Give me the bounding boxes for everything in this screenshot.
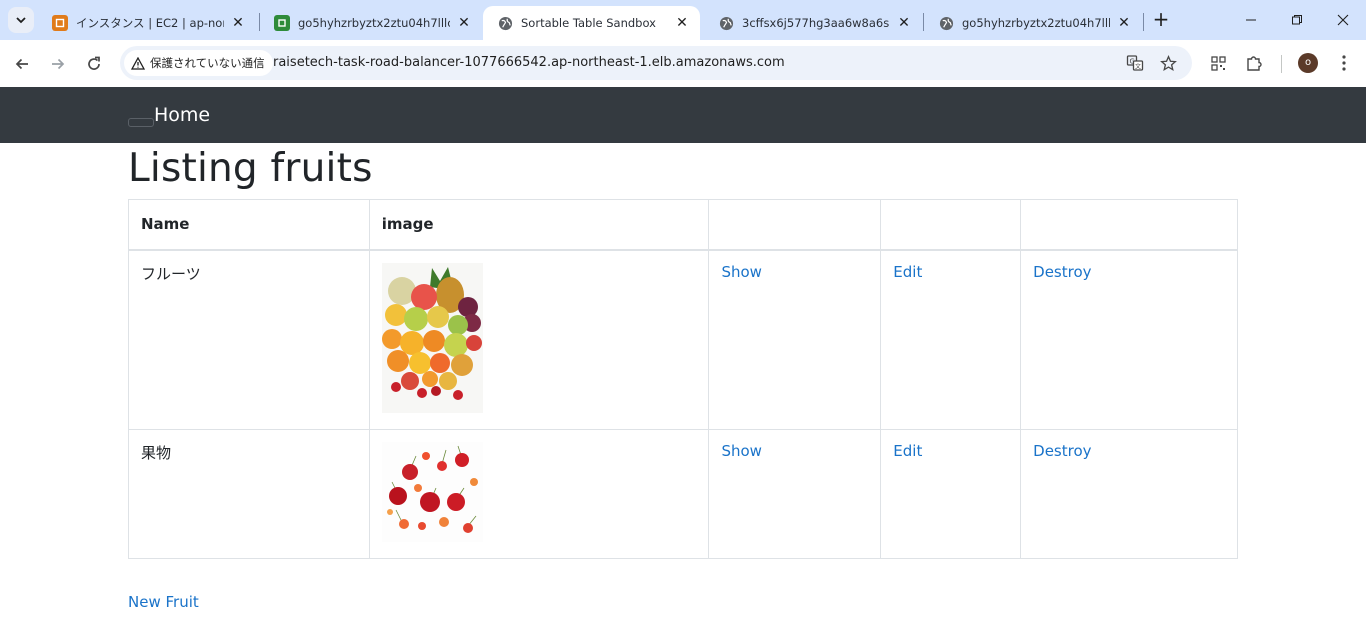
- reload-icon: [88, 56, 100, 70]
- close-icon[interactable]: ✕: [456, 15, 472, 31]
- tab-separator: [1143, 13, 1144, 31]
- fruit-name: 果物: [128, 428, 370, 559]
- svg-text:文: 文: [1135, 63, 1141, 71]
- column-header-image: image: [368, 199, 710, 251]
- close-window-button[interactable]: [1320, 0, 1366, 40]
- fruit-name: フルーツ: [128, 249, 370, 430]
- profile-avatar[interactable]: o: [1298, 53, 1318, 73]
- close-icon[interactable]: ✕: [896, 15, 912, 31]
- forward-arrow-icon: [52, 58, 65, 70]
- edit-cell: Edit: [880, 428, 1022, 559]
- close-icon[interactable]: ✕: [674, 15, 690, 31]
- tab-go5-2[interactable]: go5hyhzrbyztx2ztu04h7lllco ✕: [924, 6, 1142, 40]
- page-title: Listing fruits: [128, 146, 373, 191]
- minimize-icon: [1246, 19, 1256, 21]
- show-cell: Show: [708, 428, 882, 559]
- restore-button[interactable]: [1274, 0, 1320, 40]
- fruit-image-cell: [368, 428, 710, 559]
- restore-icon: [1292, 15, 1302, 25]
- address-bar[interactable]: 保護されていない通信 raisetech-task-road-balancer-…: [120, 46, 1192, 80]
- tab-title: 3cffsx6j577hg3aa6w8a6skes: [742, 16, 890, 30]
- globe-icon: [497, 15, 513, 31]
- security-chip-label: 保護されていない通信: [150, 56, 265, 70]
- show-link[interactable]: Show: [721, 263, 761, 281]
- globe-icon: [938, 15, 954, 31]
- navbar-brand-home[interactable]: Home: [154, 104, 210, 126]
- edit-cell: Edit: [880, 249, 1022, 430]
- column-header-edit: [880, 199, 1022, 251]
- tab-title: インスタンス | EC2 | ap-northeast-1: [76, 16, 224, 30]
- reload-button[interactable]: [82, 52, 106, 76]
- green-square-icon: [274, 15, 290, 31]
- tab-title: go5hyhzrbyztx2ztu04h7lllco: [962, 16, 1110, 30]
- extensions-button[interactable]: [1243, 52, 1265, 74]
- show-cell: Show: [708, 249, 882, 430]
- site-navbar: Home: [0, 87, 1366, 143]
- aws-ec2-icon: [52, 15, 68, 31]
- tab-title: Sortable Table Sandbox: [521, 16, 656, 30]
- tab-search-button[interactable]: [8, 7, 34, 33]
- minimize-button[interactable]: [1228, 0, 1274, 40]
- menu-button[interactable]: [1333, 52, 1355, 74]
- bookmark-button[interactable]: [1158, 53, 1178, 73]
- destroy-cell: Destroy: [1020, 249, 1238, 430]
- destroy-cell: Destroy: [1020, 428, 1238, 559]
- new-fruit-link[interactable]: New Fruit: [128, 593, 199, 611]
- fruit-image-cell: [368, 249, 710, 430]
- tab-ec2[interactable]: インスタンス | EC2 | ap-northeast-1 ✕: [38, 6, 256, 40]
- globe-icon: [718, 15, 734, 31]
- edit-link[interactable]: Edit: [893, 442, 922, 460]
- close-icon[interactable]: ✕: [230, 15, 246, 31]
- destroy-link[interactable]: Destroy: [1033, 263, 1091, 281]
- close-icon: [1337, 14, 1349, 26]
- new-tab-button[interactable]: +: [1151, 9, 1171, 30]
- close-icon[interactable]: ✕: [1116, 15, 1132, 31]
- table-row: フルーツ Show Edit Destroy: [128, 249, 1238, 430]
- back-arrow-icon: [15, 58, 28, 70]
- column-header-show: [708, 199, 882, 251]
- table-row: 果物 Show Edit Destroy: [128, 428, 1238, 559]
- more-vertical-icon: [1342, 55, 1346, 71]
- browser-toolbar: 保護されていない通信 raisetech-task-road-balancer-…: [0, 40, 1366, 87]
- show-link[interactable]: Show: [721, 442, 761, 460]
- qr-code-button[interactable]: [1207, 52, 1229, 74]
- edit-link[interactable]: Edit: [893, 263, 922, 281]
- navbar-toggler[interactable]: [128, 118, 154, 127]
- column-header-destroy: [1020, 199, 1238, 251]
- chevron-down-icon: [16, 17, 26, 24]
- fruits-table: Name image フルーツ Show Edit Destroy 果物 Sho…: [128, 199, 1238, 559]
- translate-button[interactable]: G文: [1125, 53, 1145, 73]
- cherries-image: [381, 441, 483, 542]
- security-chip[interactable]: 保護されていない通信: [124, 50, 273, 76]
- tab-sortable-table[interactable]: Sortable Table Sandbox ✕: [483, 6, 700, 40]
- tab-strip: インスタンス | EC2 | ap-northeast-1 ✕ go5hyhzr…: [0, 0, 1366, 40]
- translate-icon: G文: [1126, 55, 1144, 71]
- puzzle-icon: [1247, 56, 1262, 71]
- forward-button[interactable]: [46, 52, 70, 76]
- fruit-assortment-image: [381, 262, 483, 413]
- destroy-link[interactable]: Destroy: [1033, 442, 1091, 460]
- column-header-name: Name: [128, 199, 370, 251]
- tab-title: go5hyhzrbyztx2ztu04h7lllco: [298, 16, 450, 30]
- table-header-row: Name image: [128, 199, 1238, 251]
- star-icon: [1159, 54, 1177, 71]
- url-text[interactable]: raisetech-task-road-balancer-1077666542.…: [273, 55, 785, 70]
- warning-icon: [131, 56, 145, 70]
- tab-3cffsx[interactable]: 3cffsx6j577hg3aa6w8a6skes ✕: [704, 6, 922, 40]
- qr-code-icon: [1210, 55, 1226, 71]
- toolbar-divider: [1281, 55, 1282, 73]
- tab-go5-1[interactable]: go5hyhzrbyztx2ztu04h7lllco ✕: [260, 6, 482, 40]
- back-button[interactable]: [10, 52, 34, 76]
